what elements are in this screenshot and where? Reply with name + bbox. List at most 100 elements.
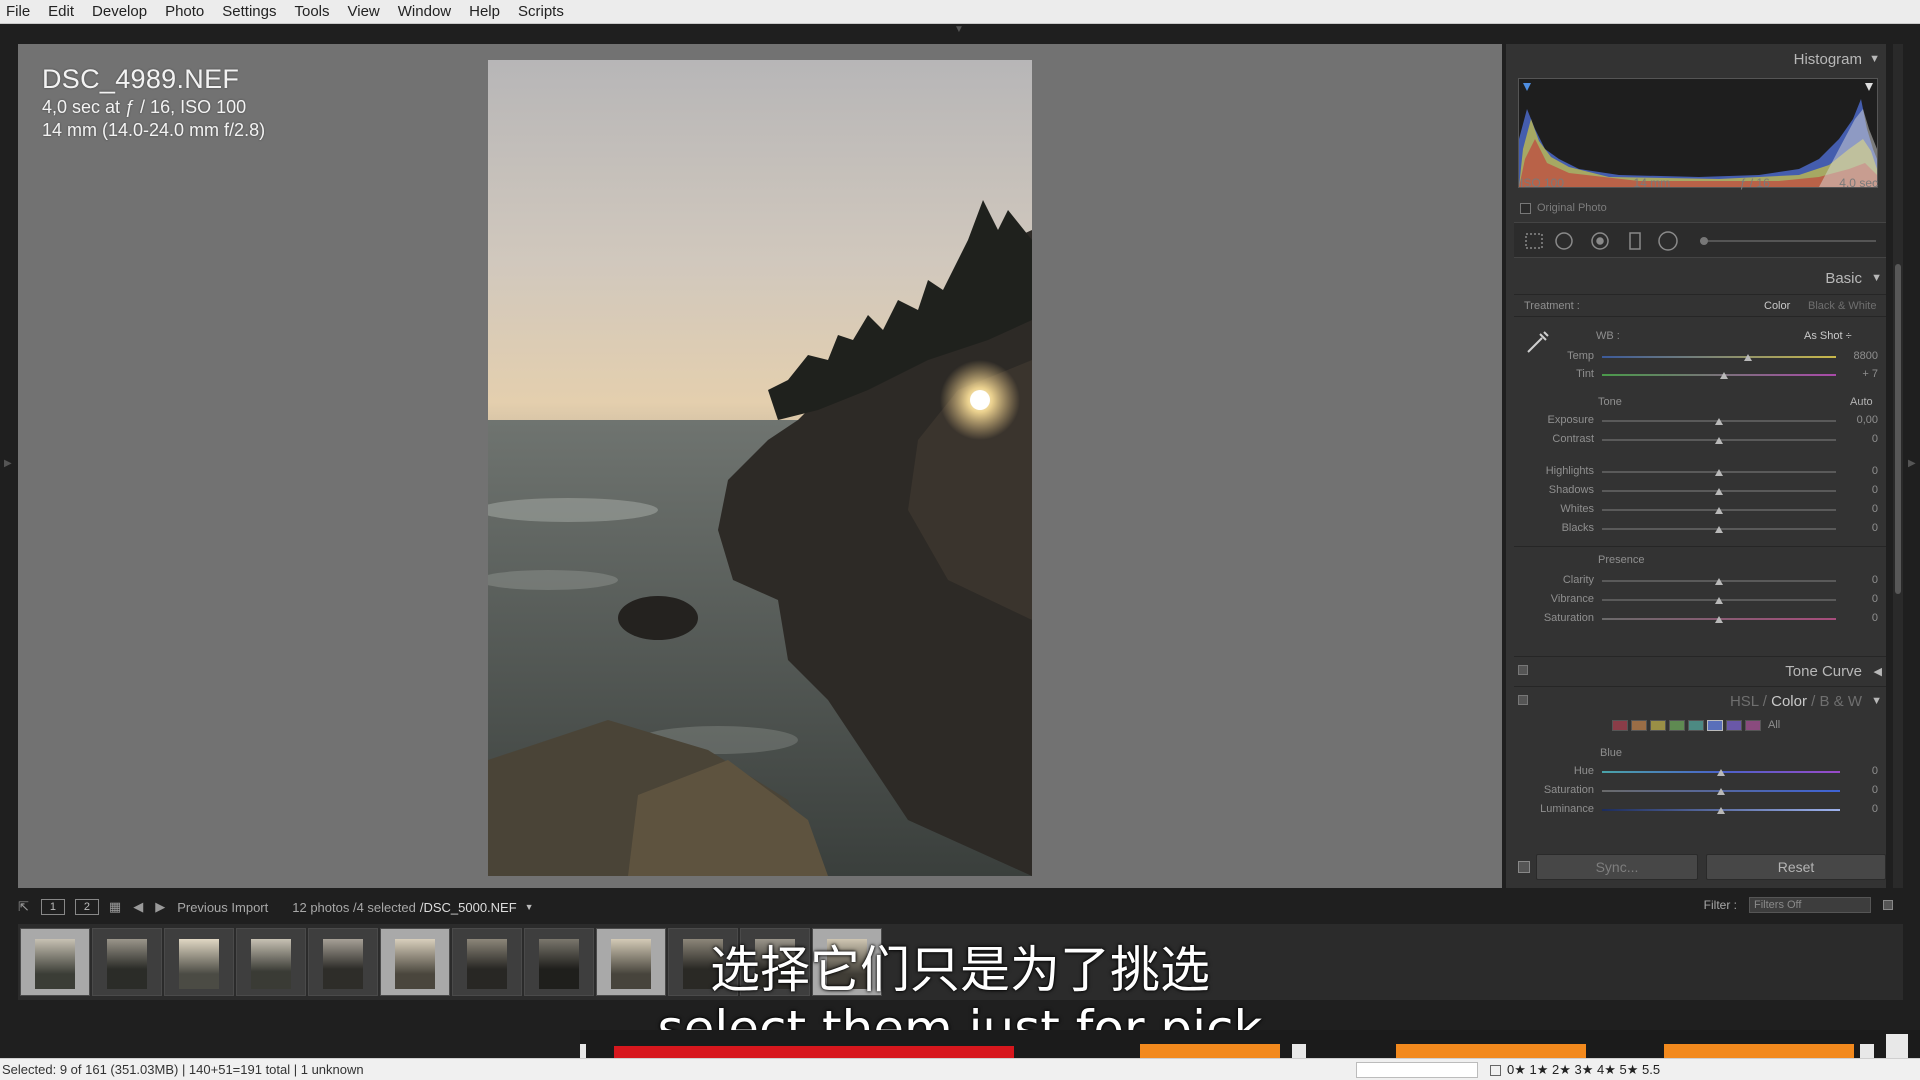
saturation-value[interactable]: 0 [1838, 612, 1878, 624]
collapse-triangle-icon[interactable]: ▼ [1871, 272, 1882, 284]
luminance-value[interactable]: 0 [1838, 803, 1878, 815]
highlights-slider-thumb[interactable] [1715, 469, 1723, 476]
saturation-slider-thumb[interactable] [1715, 616, 1723, 623]
contrast-slider-thumb[interactable] [1715, 437, 1723, 444]
tone-curve-header[interactable]: Tone Curve ◀ [1514, 656, 1886, 684]
menu-edit[interactable]: Edit [48, 3, 74, 20]
swatch-yellow[interactable] [1650, 719, 1666, 731]
highlight-clip-indicator-icon [1865, 83, 1873, 91]
histogram-readouts: ISO 100 14 mm ƒ / 16 4.0 sec [1520, 176, 1878, 190]
right-panel-toggle-icon[interactable]: ▶ [1908, 458, 1916, 469]
menu-help[interactable]: Help [469, 3, 500, 20]
loupe-view: DSC_4989.NEF 4,0 sec at ƒ / 16, ISO 100 … [18, 44, 1502, 888]
collapse-triangle-icon[interactable]: ▼ [1871, 695, 1882, 707]
filter-lock-icon[interactable] [1883, 900, 1893, 910]
swatch-aqua[interactable] [1688, 719, 1704, 731]
scrollbar-thumb[interactable] [1895, 264, 1901, 594]
swatch-red[interactable] [1612, 719, 1628, 731]
tab-separator: / [1762, 693, 1767, 710]
menu-scripts[interactable]: Scripts [518, 3, 564, 20]
basic-header[interactable]: Basic ▼ [1514, 266, 1886, 292]
highlights-value[interactable]: 0 [1838, 465, 1878, 477]
shadows-value[interactable]: 0 [1838, 484, 1878, 496]
luminance-slider-thumb[interactable] [1717, 807, 1725, 814]
clarity-slider-thumb[interactable] [1715, 578, 1723, 585]
temp-slider[interactable] [1602, 356, 1836, 358]
expand-triangle-icon[interactable]: ◀ [1874, 665, 1882, 678]
vibrance-slider-thumb[interactable] [1715, 597, 1723, 604]
swatch-magenta[interactable] [1745, 719, 1761, 731]
sync-button[interactable]: Sync... [1536, 854, 1698, 880]
tone-auto-button[interactable]: Auto [1850, 396, 1873, 408]
swatch-green[interactable] [1669, 719, 1685, 731]
contrast-value[interactable]: 0 [1838, 433, 1878, 445]
tab-color[interactable]: Color [1771, 693, 1807, 710]
whites-value[interactable]: 0 [1838, 503, 1878, 515]
reset-button[interactable]: Reset [1706, 854, 1886, 880]
tab-hsl[interactable]: HSL [1730, 693, 1759, 710]
clarity-label: Clarity [1562, 574, 1594, 586]
auto-sync-switch[interactable] [1518, 861, 1530, 873]
rating-filter-checkbox[interactable] [1490, 1064, 1501, 1076]
menu-file[interactable]: File [6, 3, 30, 20]
grid-view-icon[interactable]: ▦ [109, 899, 121, 915]
status-search-field[interactable] [1356, 1062, 1478, 1078]
swatch-purple[interactable] [1726, 719, 1742, 731]
menu-tools[interactable]: Tools [294, 3, 329, 20]
shadows-slider-thumb[interactable] [1715, 488, 1723, 495]
treatment-bw-option[interactable]: Black & White [1808, 300, 1876, 312]
left-panel-toggle-icon[interactable]: ▶ [4, 458, 12, 469]
temp-label: Temp [1567, 350, 1594, 362]
whites-slider-thumb[interactable] [1715, 507, 1723, 514]
vibrance-value[interactable]: 0 [1838, 593, 1878, 605]
top-panel-toggle-icon[interactable]: ▼ [952, 25, 966, 35]
menu-window[interactable]: Window [398, 3, 451, 20]
tint-slider[interactable] [1602, 374, 1836, 376]
exposure-value[interactable]: 0,00 [1838, 414, 1878, 426]
menu-view[interactable]: View [348, 3, 380, 20]
tab-bw[interactable]: B & W [1819, 693, 1862, 710]
histogram-graph[interactable] [1518, 78, 1878, 188]
temp-slider-thumb[interactable] [1744, 354, 1752, 361]
blacks-slider-thumb[interactable] [1715, 526, 1723, 533]
hue-slider-thumb[interactable] [1717, 769, 1725, 776]
menu-photo[interactable]: Photo [165, 3, 204, 20]
filter-select[interactable]: Filters Off [1749, 897, 1871, 913]
menu-settings[interactable]: Settings [222, 3, 276, 20]
blacks-value[interactable]: 0 [1838, 522, 1878, 534]
clarity-value[interactable]: 0 [1838, 574, 1878, 586]
filmstrip-source[interactable]: Previous Import [177, 900, 268, 915]
swatch-orange[interactable] [1631, 719, 1647, 731]
collapse-triangle-icon[interactable]: ▼ [1869, 53, 1880, 65]
divider [1514, 546, 1886, 547]
hsl-saturation-value[interactable]: 0 [1838, 784, 1878, 796]
menu-develop[interactable]: Develop [92, 3, 147, 20]
tone-curve-toggle-switch[interactable] [1518, 665, 1528, 675]
secondary-display-icon[interactable]: ⇱ [18, 899, 29, 915]
hsl-blue-label: Blue [1600, 747, 1623, 759]
wb-preset-select[interactable]: As Shot ÷ [1804, 330, 1852, 342]
forward-arrow-icon[interactable]: ▶ [155, 899, 165, 915]
temp-value[interactable]: 8800 [1838, 350, 1878, 362]
original-photo-checkbox[interactable] [1520, 202, 1531, 214]
hsl-saturation-slider-thumb[interactable] [1717, 788, 1725, 795]
second-window-button[interactable]: 2 [74, 899, 99, 915]
histogram-header[interactable]: Histogram ▼ [1506, 44, 1886, 74]
current-file-dropdown-icon[interactable]: ▼ [525, 902, 534, 912]
back-arrow-icon[interactable]: ◀ [133, 899, 143, 915]
rating-counts[interactable]: 0★ 1★ 2★ 3★ 4★ 5★ 5.5 [1507, 1062, 1660, 1078]
swatch-blue[interactable] [1707, 719, 1723, 731]
main-photo[interactable] [488, 60, 1032, 876]
filmstrip-current-file[interactable]: /DSC_5000.NEF [420, 900, 517, 915]
hsl-toggle-switch[interactable] [1518, 695, 1528, 705]
exposure-slider-thumb[interactable] [1715, 418, 1723, 425]
tint-slider-thumb[interactable] [1720, 372, 1728, 379]
hue-value[interactable]: 0 [1838, 765, 1878, 777]
original-photo-toggle[interactable]: Original Photo [1520, 202, 1607, 214]
treatment-color-option[interactable]: Color [1764, 300, 1790, 312]
main-window-button[interactable]: 1 [40, 899, 65, 915]
swatch-all[interactable]: All [1768, 719, 1780, 731]
tint-value[interactable]: + 7 [1838, 368, 1878, 380]
readout-focal: 14 mm [1633, 176, 1671, 190]
right-panel-scrollbar[interactable] [1893, 44, 1903, 888]
